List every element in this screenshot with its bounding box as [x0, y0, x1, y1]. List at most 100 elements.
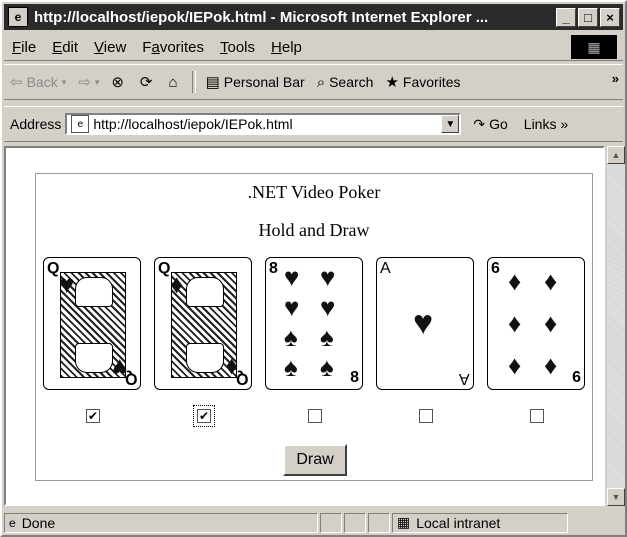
card-rank: 8	[269, 260, 278, 277]
page-icon: e	[71, 115, 90, 133]
diamond-icon: ♦	[544, 350, 558, 380]
diamond-icon: ♦	[508, 266, 522, 296]
address-label: Address	[10, 116, 62, 132]
back-button[interactable]: ⇦ Back ▾	[4, 73, 72, 91]
status-text: Done	[21, 514, 56, 531]
page-done-icon: e	[9, 515, 16, 530]
page-content: .NET Video Poker Hold and Draw Q ♥ ♥ Q Q	[4, 146, 605, 506]
minimize-button[interactable]: _	[556, 7, 576, 27]
browser-window: e http://localhost/iepok/IEPok.html - Mi…	[0, 0, 627, 537]
hold-checkbox-1[interactable]: ✔	[86, 409, 100, 423]
address-bar: Address e http://localhost/iepok/IEPok.h…	[4, 106, 623, 142]
maximize-button[interactable]: □	[578, 7, 598, 27]
card-rank: A	[380, 260, 391, 277]
card-rank: 6	[572, 369, 581, 386]
toolbar-overflow-icon[interactable]: »	[612, 71, 619, 86]
spade-icon: ♠	[284, 322, 298, 352]
status-panel	[344, 512, 366, 533]
heart-icon: ♥	[284, 292, 300, 322]
refresh-icon: ⟳	[139, 74, 153, 91]
standard-toolbar: ⇦ Back ▾ ⇨ ▾ ⊗ ⟳ ⌂ ▤ Personal Bar ⌕ Sear…	[4, 64, 623, 100]
heart-icon: ♥	[320, 292, 336, 322]
hold-checkbox-5[interactable]	[530, 409, 544, 423]
personal-bar-icon: ▤	[205, 74, 220, 91]
menu-help[interactable]: Help	[263, 39, 310, 56]
card-5[interactable]: 6 ♦ ♦ ♦ ♦ ♦ ♦ 6	[487, 257, 585, 390]
draw-button[interactable]: Draw	[283, 444, 347, 476]
hold-checkbox-2[interactable]: ✔	[193, 405, 215, 427]
favorites-icon: ★	[385, 74, 399, 91]
menu-file[interactable]: File	[4, 39, 44, 56]
forward-dropdown-icon: ▾	[94, 76, 100, 87]
card-rank: 6	[491, 260, 500, 277]
forward-button[interactable]: ⇨ ▾	[72, 73, 105, 91]
queen-face-image: ♦ ♦	[170, 269, 238, 383]
forward-arrow-icon: ⇨	[78, 74, 91, 91]
address-dropdown-icon[interactable]: ▼	[441, 115, 460, 133]
poker-panel: .NET Video Poker Hold and Draw Q ♥ ♥ Q Q	[35, 173, 593, 481]
stop-icon: ⊗	[111, 74, 124, 91]
diamond-icon: ♦	[508, 350, 522, 380]
heart-icon: ♥	[320, 262, 336, 292]
home-icon: ⌂	[168, 73, 178, 91]
diamond-icon: ♦	[544, 266, 558, 296]
vertical-scrollbar[interactable]: ▲ ▼	[607, 146, 625, 506]
personal-bar-label: Personal Bar	[223, 74, 305, 90]
menu-bar: File Edit View Favorites Tools Help ▦	[4, 34, 623, 61]
heart-icon: ♥	[284, 262, 300, 292]
spade-icon: ♠	[284, 352, 298, 382]
home-button[interactable]: ⌂	[163, 74, 188, 91]
favorites-button[interactable]: ★ Favorites	[379, 73, 466, 91]
back-label: Back	[26, 74, 58, 90]
back-dropdown-icon: ▾	[61, 76, 67, 87]
address-url[interactable]: http://localhost/iepok/IEPok.html	[93, 116, 441, 132]
card-rank: Q	[235, 370, 248, 387]
menu-favorites[interactable]: Favorites	[134, 39, 212, 56]
window-title: http://localhost/iepok/IEPok.html - Micr…	[34, 8, 489, 26]
card-rank: Q	[158, 260, 171, 277]
status-bar: e Done ▦ Local intranet	[4, 510, 623, 535]
menu-view[interactable]: View	[86, 39, 134, 56]
spade-icon: ♠	[320, 352, 334, 382]
status-main: e Done	[4, 512, 318, 533]
card-2[interactable]: Q ♦ ♦ Q	[154, 257, 252, 390]
menu-tools[interactable]: Tools	[212, 39, 263, 56]
hold-checkbox-3[interactable]	[308, 409, 322, 423]
page-title: .NET Video Poker	[247, 182, 381, 202]
card-rank: Q	[47, 260, 60, 277]
favorites-label: Favorites	[402, 74, 461, 90]
search-label: Search	[329, 74, 374, 90]
go-button[interactable]: ↷ Go	[473, 116, 507, 133]
queen-face-image: ♥ ♥	[59, 269, 127, 383]
card-rank: A	[459, 370, 470, 387]
refresh-button[interactable]: ⟳	[134, 73, 163, 91]
links-button[interactable]: Links »	[524, 116, 568, 132]
heart-icon: ♥	[59, 269, 75, 299]
card-4[interactable]: A ♥ A	[376, 257, 474, 390]
diamond-icon: ♦	[508, 308, 522, 338]
hold-checkbox-4[interactable]	[419, 409, 433, 423]
diamond-icon: ♦	[170, 269, 184, 299]
back-arrow-icon: ⇦	[10, 74, 23, 91]
status-panel	[368, 512, 390, 533]
scroll-down-icon[interactable]: ▼	[607, 488, 625, 506]
status-panel	[320, 512, 342, 533]
scroll-up-icon[interactable]: ▲	[607, 146, 625, 164]
go-arrow-icon: ↷	[473, 115, 486, 132]
ie-icon: e	[8, 7, 28, 27]
stop-button[interactable]: ⊗	[105, 73, 134, 91]
search-icon: ⌕	[316, 73, 326, 91]
address-field[interactable]: e http://localhost/iepok/IEPok.html ▼	[65, 113, 462, 135]
search-button[interactable]: ⌕ Search	[311, 74, 380, 91]
security-zone: ▦ Local intranet	[392, 512, 568, 533]
personal-bar-button[interactable]: ▤ Personal Bar	[200, 73, 311, 91]
windows-logo-icon: ▦	[571, 35, 617, 59]
card-1[interactable]: Q ♥ ♥ Q	[43, 257, 141, 390]
close-button[interactable]: ×	[600, 7, 620, 27]
card-3[interactable]: 8 ♥ ♥ ♥ ♥ ♠ ♠ ♠ ♠ 8	[265, 257, 363, 390]
heart-icon: ♥	[413, 304, 434, 342]
go-label: Go	[489, 116, 508, 132]
menu-edit[interactable]: Edit	[44, 39, 86, 56]
card-rank: 8	[350, 369, 359, 386]
page-subtitle: Hold and Draw	[258, 220, 370, 240]
